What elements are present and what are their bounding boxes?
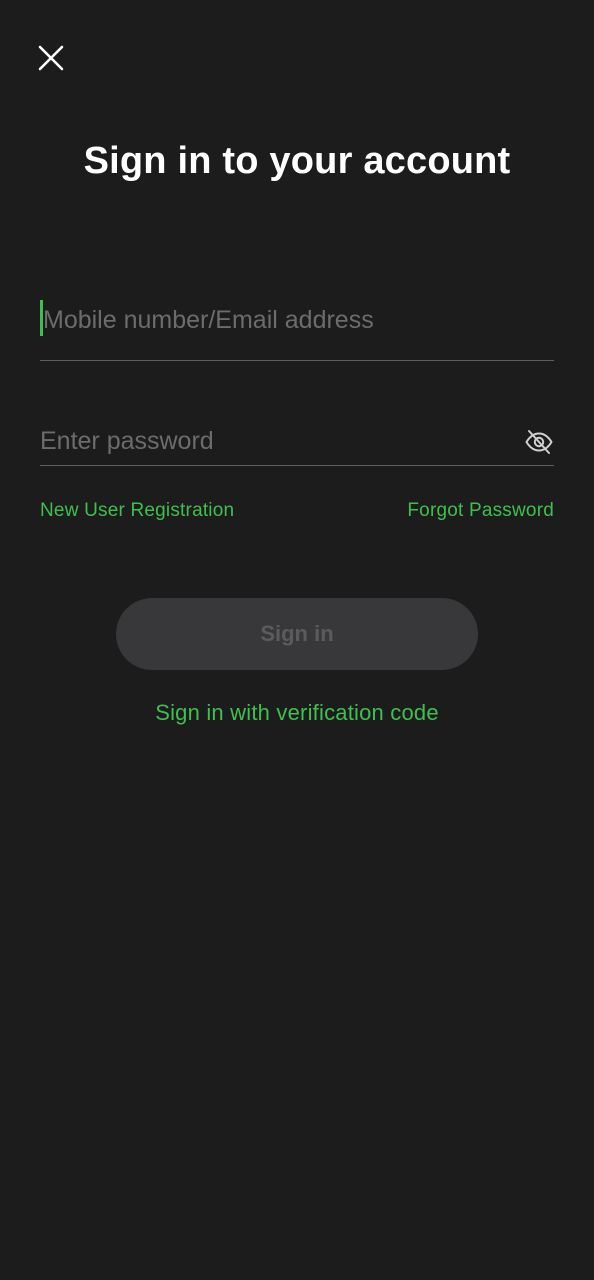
account-field[interactable] [40,292,554,361]
sign-in-button[interactable]: Sign in [116,598,478,670]
eye-off-icon [525,430,553,454]
password-input[interactable] [40,412,510,470]
new-user-registration-link[interactable]: New User Registration [40,500,234,522]
close-icon [38,45,64,71]
password-visibility-toggle[interactable] [524,427,554,457]
forgot-password-link[interactable]: Forgot Password [407,500,554,522]
verification-code-signin-link[interactable]: Sign in with verification code [0,700,594,726]
account-input[interactable] [40,292,554,348]
close-button[interactable] [36,43,66,73]
password-field[interactable] [40,412,554,470]
auth-links: New User Registration Forgot Password [40,500,554,528]
page-title: Sign in to your account [83,140,511,182]
